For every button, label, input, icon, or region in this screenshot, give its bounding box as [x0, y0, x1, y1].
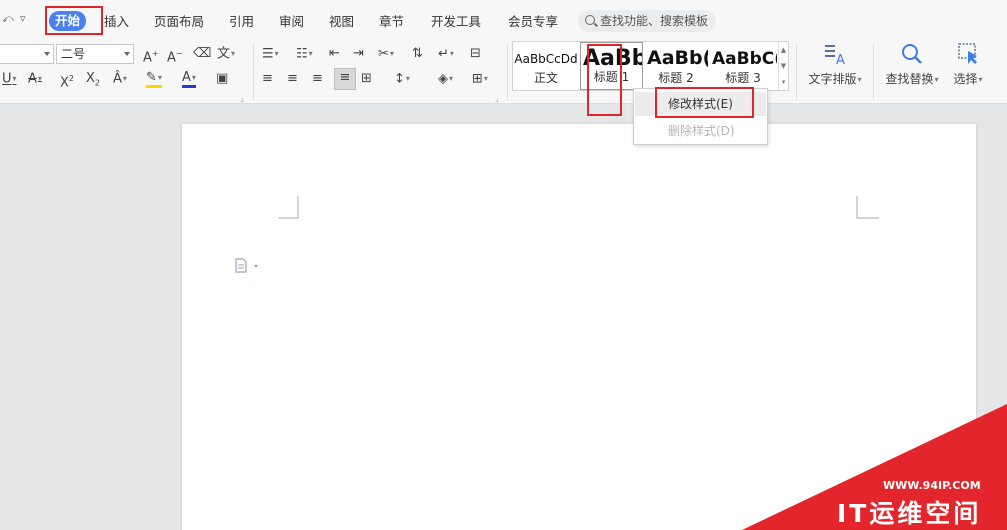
shading-icon[interactable]: ◈▾: [438, 70, 453, 89]
tab-member-exclusive[interactable]: 会员专享: [508, 11, 558, 30]
tab-insert[interactable]: 插入: [104, 11, 129, 30]
chinese-layout-icon[interactable]: ✂▾: [378, 45, 394, 64]
style-preview: AaBbCcDd: [514, 52, 578, 66]
align-left-icon[interactable]: ≡: [262, 70, 273, 88]
show-marks-icon[interactable]: ↵▾: [438, 45, 454, 64]
find-replace-button[interactable]: 查找替换▾: [882, 42, 942, 87]
divider: [253, 44, 254, 100]
menu-bar: ⤺ ▿ 开始 插入 页面布局 引用 审阅 视图 章节 开发工具 会员专享 查找功…: [0, 0, 1007, 40]
clear-format-icon[interactable]: ⌫: [193, 45, 211, 63]
tab-chapter[interactable]: 章节: [379, 11, 404, 30]
text-layout-label: 文字排版: [808, 72, 857, 86]
menu-item-delete-style: 删除样式(D): [668, 124, 735, 138]
character-border-icon[interactable]: ▣: [216, 70, 228, 88]
magnifier-icon: [899, 42, 925, 66]
justify-icon[interactable]: ≡: [334, 68, 356, 90]
style-name: 正文: [533, 71, 558, 85]
style-normal[interactable]: AaBbCcDd 正文: [513, 42, 579, 90]
font-size-value: 二号: [61, 47, 86, 61]
watermark-logo-text: IT运维空间: [837, 499, 982, 528]
underline-icon[interactable]: U▾: [2, 70, 17, 89]
line-spacing-icon[interactable]: ↕▾: [394, 70, 410, 89]
text-layout-icon: A: [822, 42, 848, 68]
annotation-highlight-modify-style: [655, 87, 754, 118]
tab-review[interactable]: 审阅: [279, 11, 304, 30]
style-heading-3[interactable]: AaBbC( 标题 3: [709, 42, 777, 90]
divider: [796, 44, 797, 100]
select-label: 选择: [953, 72, 978, 86]
divider: [873, 44, 874, 100]
style-name: 标题 2: [658, 71, 694, 85]
select-button[interactable]: 选择▾: [947, 42, 989, 87]
phonetic-guide-icon[interactable]: 文▾: [217, 45, 235, 64]
margin-corner-top-right: [856, 196, 879, 219]
gallery-scrollbar[interactable]: ▲ ▼ ▾: [778, 42, 788, 90]
subscript-icon[interactable]: X2: [86, 70, 100, 93]
highlight-color-icon[interactable]: ✎▾: [146, 70, 162, 88]
shrink-font-icon[interactable]: A−: [167, 45, 183, 67]
chevron-down-icon: [124, 52, 130, 56]
style-heading-2[interactable]: AaBb( 标题 2: [644, 42, 708, 90]
style-name: 标题 3: [725, 71, 761, 85]
annotation-highlight-heading-1: [587, 44, 622, 116]
font-size-combo[interactable]: 二号: [56, 44, 134, 64]
search-placeholder: 查找功能、搜索模板: [600, 14, 709, 28]
search-icon: [585, 15, 595, 25]
font-dialog-launcher-icon[interactable]: ⌟: [240, 90, 244, 108]
watermark-url: WWW.94IP.COM: [883, 479, 981, 492]
tab-developer-tools[interactable]: 开发工具: [431, 11, 481, 30]
font-name-combo[interactable]: [0, 44, 54, 64]
distributed-align-icon[interactable]: ⊞: [361, 70, 372, 88]
text-layout-button[interactable]: A 文字排版▾: [806, 42, 864, 87]
style-preview: AaBb(: [647, 47, 708, 69]
svg-text:A: A: [836, 53, 845, 66]
tab-page-layout[interactable]: 页面布局: [154, 11, 204, 30]
borders-icon[interactable]: ⊞▾: [472, 70, 488, 89]
divider: [507, 44, 508, 100]
strikethrough-icon[interactable]: A▾: [28, 70, 42, 89]
undo-icon[interactable]: ⤺: [2, 12, 14, 26]
increase-indent-icon[interactable]: ⇥: [353, 45, 364, 63]
annotation-highlight-home-tab: [45, 6, 103, 35]
select-cursor-icon: [955, 42, 981, 66]
tab-stop-icon[interactable]: ⊟: [470, 45, 481, 63]
grow-font-icon[interactable]: A+: [143, 45, 159, 67]
font-color-icon[interactable]: A▾: [182, 70, 196, 88]
sort-icon[interactable]: ⇅: [412, 45, 423, 63]
paragraph-layout-icon[interactable]: [234, 258, 260, 274]
text-effect-icon[interactable]: Â▾: [113, 70, 127, 89]
style-preview: AaBbC(: [712, 49, 777, 69]
tab-references[interactable]: 引用: [229, 11, 254, 30]
chevron-down-icon: [44, 52, 50, 56]
customize-quick-access-icon[interactable]: ▿: [20, 12, 26, 25]
find-replace-label: 查找替换: [885, 72, 934, 86]
superscript-icon[interactable]: X2: [60, 70, 74, 92]
tab-view[interactable]: 视图: [329, 11, 354, 30]
bullet-list-icon[interactable]: ☰▾: [262, 45, 279, 64]
numbered-list-icon[interactable]: ☷▾: [296, 45, 313, 64]
paragraph-dialog-launcher-icon[interactable]: ⌟: [495, 90, 499, 108]
margin-corner-top-left: [278, 196, 299, 219]
search-box[interactable]: 查找功能、搜索模板: [578, 10, 716, 32]
align-center-icon[interactable]: ≡: [287, 70, 298, 88]
align-right-icon[interactable]: ≡: [312, 70, 323, 88]
decrease-indent-icon[interactable]: ⇤: [329, 45, 340, 63]
ribbon-home: 二号 A+ A− ⌫ 文▾ U▾ A▾ X2 X2 Â▾ ✎▾ A▾ ▣ ☰▾ …: [0, 40, 1007, 104]
style-gallery: AaBbCcDd 正文 AaBb 标题 1 AaBb( 标题 2 AaBbC( …: [512, 41, 789, 91]
